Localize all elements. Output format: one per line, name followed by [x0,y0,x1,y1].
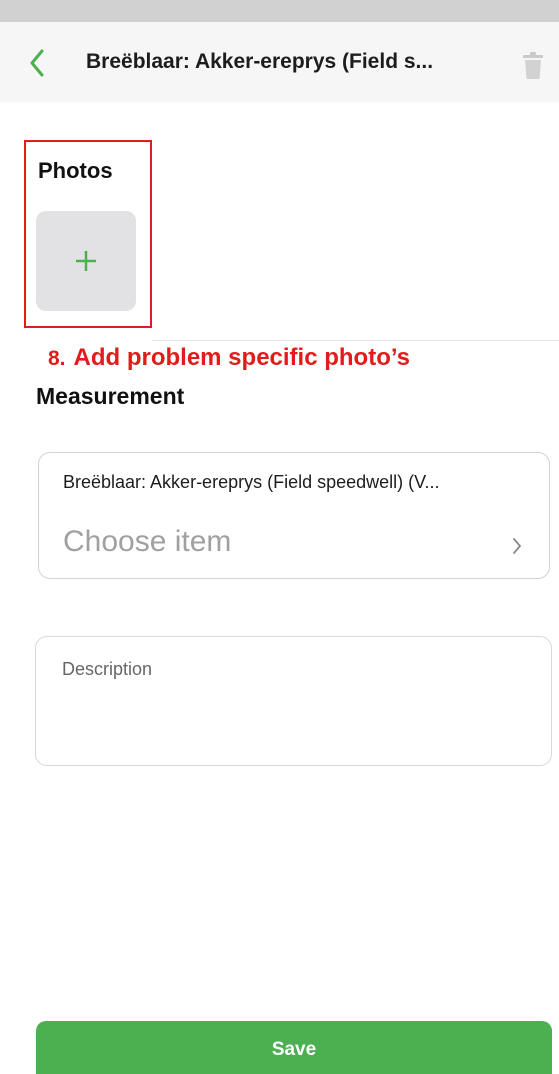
trash-icon [523,52,543,79]
delete-button[interactable] [518,50,548,82]
select-placeholder: Choose item [63,525,232,558]
chevron-right-icon [507,533,527,559]
description-placeholder: Description [62,659,153,679]
status-bar-strip [0,0,559,22]
chevron-left-icon [30,49,44,77]
plus-icon [76,251,96,271]
annotation-text: Add problem specific photo’s [73,344,410,371]
back-button[interactable] [24,46,50,80]
section-divider [152,340,559,341]
annotation-number: 8. [48,347,66,370]
save-button[interactable]: Save [36,1021,552,1074]
add-photo-button[interactable] [36,211,136,311]
navigation-bar: Breëblaar: Akker-ereprys (Field s... [0,22,559,102]
measurement-section-title: Measurement [36,383,185,409]
screen: Breëblaar: Akker-ereprys (Field s... Pho… [0,0,559,1074]
page-title: Breëblaar: Akker-ereprys (Field s... [86,50,434,73]
photos-section-title: Photos [38,158,113,183]
measurement-item-select[interactable]: Breëblaar: Akker-ereprys (Field speedwel… [38,452,550,579]
description-field[interactable]: Description [35,636,552,766]
tutorial-annotation: 8. Add problem specific photo’s [48,344,410,372]
select-label: Breëblaar: Akker-ereprys (Field speedwel… [63,472,440,492]
